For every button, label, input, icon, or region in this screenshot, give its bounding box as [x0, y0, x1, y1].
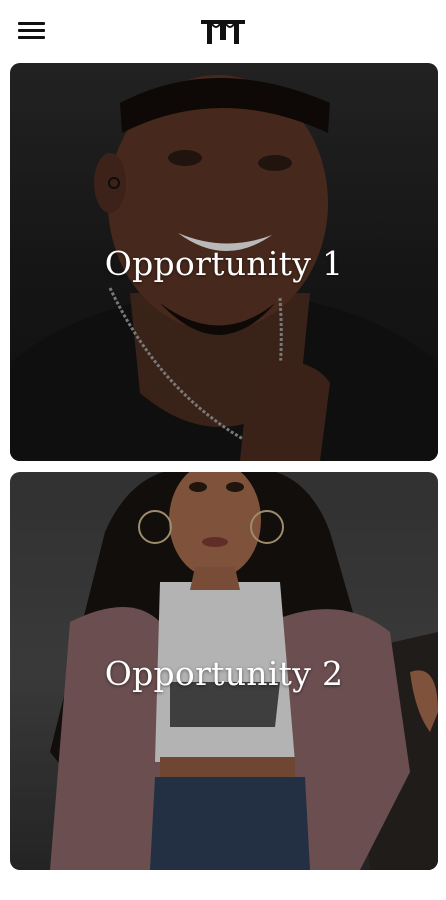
card-title: Opportunity 1 [104, 244, 344, 283]
menu-line [18, 29, 45, 32]
opportunity-card-1[interactable]: Opportunity 1 [10, 63, 438, 461]
app-header [0, 0, 446, 62]
brand-logo-icon[interactable] [199, 16, 247, 48]
opportunity-card-2[interactable]: Opportunity 2 [10, 472, 438, 870]
hamburger-menu-icon[interactable] [18, 20, 46, 42]
menu-line [18, 22, 45, 25]
card-title: Opportunity 2 [104, 654, 344, 693]
menu-line [18, 36, 45, 39]
